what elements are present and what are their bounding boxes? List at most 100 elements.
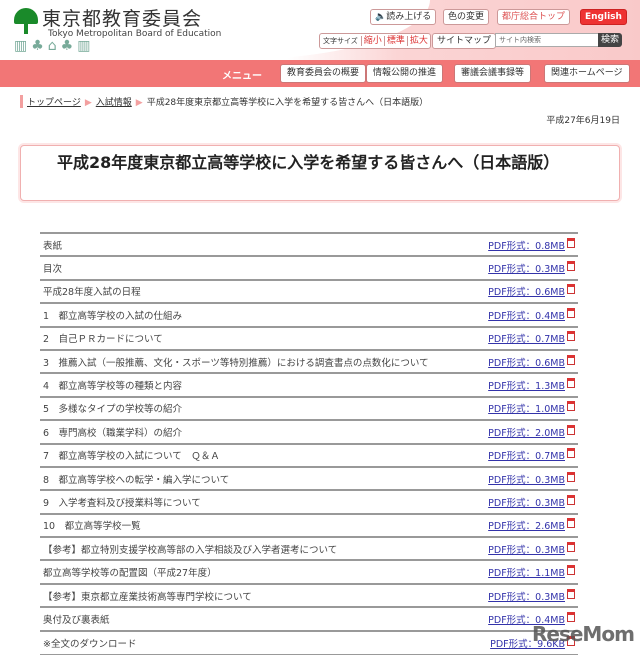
menu-item-overview[interactable]: 教育委員会の概要 [280,64,367,83]
page-title: 平成28年度東京都立高等学校に入学を希望する皆さんへ（日本語版） [57,153,560,172]
document-name: 4 都立高等学校等の種類と内容 [40,372,458,397]
pdf-icon [567,424,575,435]
pdf-link[interactable]: PDF形式：0.6MB [488,358,565,369]
read-aloud-button[interactable]: 🔈読み上げる [370,9,437,25]
pdf-link[interactable]: PDF形式：0.3MB [488,592,565,603]
pdf-link[interactable]: PDF形式：1.1MB [488,568,565,579]
document-name: 9 入学考査料及び授業料等について [40,489,458,514]
pdf-icon [567,611,575,622]
pdf-icon [567,237,575,248]
table-row: 2 自己ＰＲカードについて PDF形式：0.7MB [40,325,578,350]
pdf-link[interactable]: PDF形式：0.3MB [488,498,565,509]
document-name: 5 多様なタイプの学校等の紹介 [40,395,458,421]
document-name: 都立高等学校等の配置図（平成27年度） [40,559,458,584]
document-table: 表紙 PDF形式：0.8MB 目次 PDF形式：0.3MB 平成28年度入試の日程 PDF… [40,231,578,655]
table-row: 6 専門高校（職業学科）の紹介 PDF形式：2.0MB [40,419,578,444]
sitemap-button[interactable]: サイトマップ [432,33,497,49]
document-name: 8 都立高等学校への転学・編入学について [40,465,458,491]
document-name: 奥付及び裏表紙 [40,606,458,631]
document-name: 6 専門高校（職業学科）の紹介 [40,419,458,444]
table-row: 奥付及び裏表紙 PDF形式：0.4MB [40,606,578,631]
document-name: 目次 [40,255,458,280]
breadcrumb-exam[interactable]: 入試情報 [96,98,132,108]
pdf-icon [567,261,575,272]
pdf-link[interactable]: PDF形式：0.3MB [488,545,565,556]
table-row: 表紙 PDF形式：0.8MB [40,231,578,257]
table-row: 5 多様なタイプの学校等の紹介 PDF形式：1.0MB [40,395,578,421]
font-standard-button[interactable]: 標準 [383,36,407,46]
pdf-link[interactable]: PDF形式：0.7MB [488,334,565,345]
table-row: 3 推薦入試（一般推薦、文化・スポーツ等特別推薦）における調査書点の点数化につい… [40,348,578,374]
document-name: 平成28年度入試の日程 [40,278,458,304]
table-row: 7 都立高等学校の入試について Ｑ＆Ａ PDF形式：0.7MB [40,442,578,467]
pdf-icon [567,448,575,459]
document-name: 【参考】東京都立産業技術高等専門学校について [40,582,458,608]
pdf-icon [567,331,575,342]
table-row: 都立高等学校等の配置図（平成27年度） PDF形式：1.1MB [40,559,578,584]
table-row: 平成28年度入試の日程 PDF形式：0.6MB [40,278,578,304]
pdf-icon [567,471,575,482]
pdf-link[interactable]: PDF形式：0.4MB [488,311,565,322]
document-name: 3 推薦入試（一般推薦、文化・スポーツ等特別推薦）における調査書点の点数化につい… [40,348,458,374]
town-illustration-icon: ▥♣⌂♣▥ [14,38,95,54]
pdf-link[interactable]: PDF形式：0.3MB [488,475,565,486]
table-row: 9 入学考査料及び授業料等について PDF形式：0.3MB [40,489,578,514]
menu-item-related[interactable]: 関連ホームページ [544,64,630,83]
pdf-icon [567,541,575,552]
menu-item-minutes[interactable]: 審議会議事録等 [454,64,532,83]
table-row: 目次 PDF形式：0.3MB [40,255,578,280]
table-row: 4 都立高等学校等の種類と内容 PDF形式：1.3MB [40,372,578,397]
table-row: 【参考】都立特別支援学校高等部の入学相談及び入学者選考について PDF形式：0.3… [40,536,578,561]
document-name: 10 都立高等学校一覧 [40,512,458,538]
pdf-link[interactable]: PDF形式：2.6MB [488,521,565,532]
pdf-icon [567,401,575,412]
table-row: 10 都立高等学校一覧 PDF形式：2.6MB [40,512,578,538]
pdf-icon [567,565,575,576]
pdf-icon [567,284,575,295]
pdf-icon [567,494,575,505]
pdf-icon [567,518,575,529]
pdf-link[interactable]: PDF形式：0.6MB [488,287,565,298]
search-button[interactable]: 検索 [598,33,622,47]
chevron-right-icon: ▶ [84,98,92,108]
table-row: 【参考】東京都立産業技術高等専門学校について PDF形式：0.3MB [40,582,578,608]
breadcrumb-current: 平成28年度東京都立高等学校に入学を希望する皆さんへ（日本語版） [146,98,429,108]
menu-item-disclosure[interactable]: 情報公開の推進 [366,64,444,83]
chevron-right-icon: ▶ [135,98,143,108]
pdf-link[interactable]: PDF形式：0.7MB [488,451,565,462]
color-change-button[interactable]: 色の変更 [443,9,490,25]
pdf-icon [567,354,575,365]
metro-top-link[interactable]: 都庁総合トップ [497,9,571,25]
main-menu: メニュー 教育委員会の概要 情報公開の推進 審議会議事録等 関連ホームページ [0,60,640,87]
document-name: ※全文のダウンロード [40,629,458,655]
breadcrumb: トップページ ▶ 入試情報 ▶ 平成28年度東京都立高等学校に入学を希望する皆さんへ（日… [20,95,428,108]
site-search-input[interactable]: サイト内検索 [495,33,599,47]
pdf-icon [567,307,575,318]
font-small-button[interactable]: 縮小 [360,36,384,46]
org-name[interactable]: 東京都教育委員会 [42,4,202,31]
pdf-link[interactable]: PDF形式：0.8MB [488,241,565,252]
document-name: 1 都立高等学校の入試の仕組み [40,302,458,327]
pdf-link[interactable]: PDF形式：1.0MB [488,404,565,415]
document-name: 7 都立高等学校の入試について Ｑ＆Ａ [40,442,458,467]
font-large-button[interactable]: 拡大 [406,36,430,46]
pdf-link[interactable]: PDF形式：2.0MB [488,428,565,439]
breadcrumb-top[interactable]: トップページ [27,98,81,108]
table-row: 1 都立高等学校の入試の仕組み PDF形式：0.4MB [40,302,578,327]
site-header: 東京都教育委員会 Tokyo Metropolitan Board of Edu… [0,0,640,60]
table-row: ※全文のダウンロード PDF形式：9.6KB [40,629,578,655]
table-row: 8 都立高等学校への転学・編入学について PDF形式：0.3MB [40,465,578,491]
page-title-box: 平成28年度東京都立高等学校に入学を希望する皆さんへ（日本語版） [20,145,620,201]
font-size-control: 文字サイズ 縮小 標準 拡大 [319,33,431,49]
pdf-link[interactable]: PDF形式：1.3MB [488,381,565,392]
resemom-watermark: ReseMom [532,622,635,646]
pdf-icon [567,588,575,599]
menu-label: メニュー [222,71,262,82]
document-name: 表紙 [40,231,458,257]
pdf-link[interactable]: PDF形式：0.3MB [488,264,565,275]
document-name: 2 自己ＰＲカードについて [40,325,458,350]
publish-date: 平成27年6月19日 [546,116,620,126]
document-name: 【参考】都立特別支援学校高等部の入学相談及び入学者選考について [40,536,458,561]
pdf-icon [567,378,575,389]
english-button[interactable]: English [580,9,627,25]
